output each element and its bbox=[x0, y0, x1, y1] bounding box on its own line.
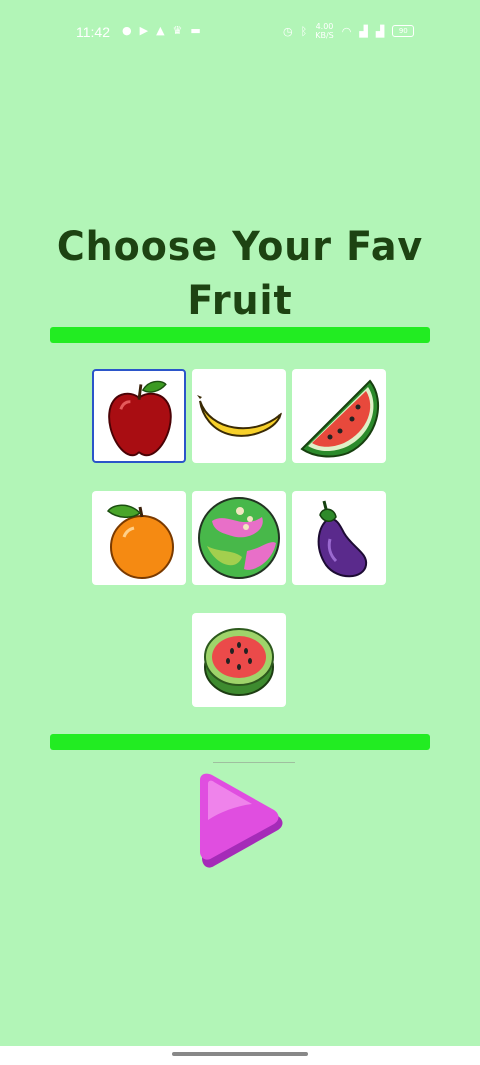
network-speed: 4.00 KB/S bbox=[315, 22, 334, 40]
watermelon-slice-icon bbox=[300, 379, 379, 458]
signal-icon-2: ▟ bbox=[375, 24, 385, 38]
flag-icon: ▬ bbox=[190, 24, 201, 37]
system-icons: ◷ ᛒ 4.00 KB/S ◠ ▟ ▟ 90 bbox=[283, 22, 415, 40]
wifi-icon: ◠ bbox=[341, 24, 352, 38]
fruit-candy-ball-tile[interactable] bbox=[192, 491, 286, 585]
fruit-eggplant-tile[interactable] bbox=[292, 491, 386, 585]
fruit-watermelon-slice-tile[interactable] bbox=[292, 369, 386, 463]
fruit-watermelon-round-tile[interactable] bbox=[192, 613, 286, 707]
fruit-apple-tile[interactable] bbox=[92, 369, 186, 463]
bluetooth-icon: ᛒ bbox=[300, 24, 308, 38]
candy-ball-icon bbox=[198, 497, 280, 579]
page-title: Choose Your Fav Fruit bbox=[56, 224, 424, 324]
signal-icon: ▟ bbox=[359, 24, 368, 38]
chat-icon: ● bbox=[122, 24, 132, 37]
alarm-icon: ◷ bbox=[283, 24, 293, 38]
top-progress-bar bbox=[50, 327, 430, 343]
fruit-banana-tile[interactable] bbox=[192, 369, 286, 463]
watermelon-round-icon bbox=[204, 628, 274, 696]
eggplant-icon bbox=[317, 500, 368, 578]
fruit-orange-tile[interactable] bbox=[92, 491, 186, 585]
orange-icon bbox=[106, 504, 174, 579]
play-button[interactable] bbox=[192, 772, 288, 870]
play-icon bbox=[200, 773, 283, 868]
bottom-progress-bar bbox=[50, 734, 430, 750]
status-time: 11:42 bbox=[76, 24, 110, 40]
status-bar: 11:42 ● ▶ ▲ ♛ ▬ ◷ ᛒ 4.00 KB/S ◠ ▟ ▟ 90 bbox=[0, 0, 480, 64]
crown-icon: ♛ bbox=[172, 24, 183, 37]
battery-icon: 90 bbox=[392, 25, 415, 37]
drive-icon: ▲ bbox=[156, 24, 165, 37]
notification-icons: ● ▶ ▲ ♛ ▬ bbox=[122, 24, 201, 37]
banana-icon bbox=[197, 395, 282, 437]
youtube-icon: ▶ bbox=[139, 24, 149, 37]
home-gesture-handle[interactable] bbox=[172, 1052, 308, 1056]
apple-icon bbox=[108, 380, 172, 457]
divider bbox=[213, 762, 295, 763]
